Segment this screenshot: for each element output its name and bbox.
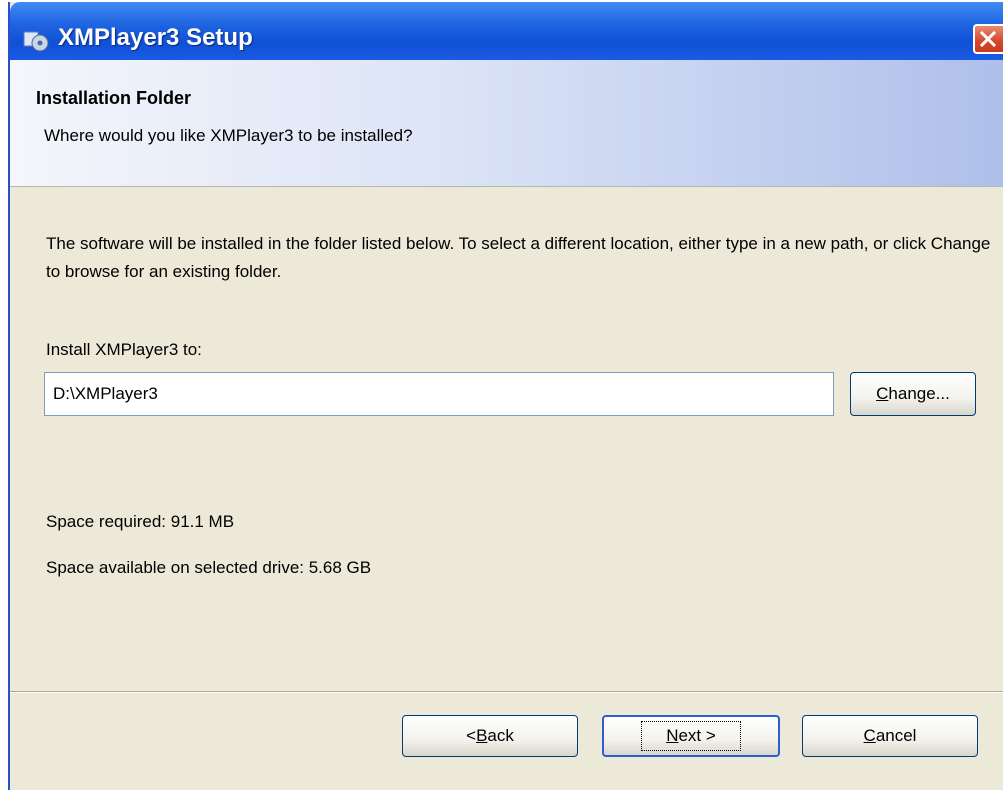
next-button[interactable]: Next > xyxy=(602,715,780,757)
page-title: Installation Folder xyxy=(36,88,192,108)
install-path-label: Install XMPlayer3 to: xyxy=(46,340,202,359)
next-button-mnemonic: N xyxy=(666,726,679,745)
back-button-prefix: < xyxy=(466,726,477,745)
change-button-label: hange... xyxy=(888,384,950,403)
title-bar[interactable]: XMPlayer3 Setup xyxy=(10,2,1003,60)
cancel-button[interactable]: Cancel xyxy=(802,715,978,757)
footer-divider xyxy=(10,691,1003,693)
setup-app-icon xyxy=(23,31,49,52)
change-button-mnemonic: C xyxy=(876,384,889,403)
back-button[interactable]: < Back xyxy=(402,715,578,757)
next-button-label: ext > xyxy=(678,726,716,745)
page-subtitle: Where would you like XMPlayer3 to be ins… xyxy=(44,126,413,145)
close-button[interactable] xyxy=(973,24,1003,54)
window-title: XMPlayer3 Setup xyxy=(58,24,253,51)
cancel-button-mnemonic: C xyxy=(863,726,876,745)
setup-window: XMPlayer3 Setup Installation Folder Wher… xyxy=(8,2,1003,790)
back-button-label: ack xyxy=(487,726,514,745)
description-text: The software will be installed in the fo… xyxy=(46,234,991,281)
space-available-text: Space available on selected drive: 5.68 … xyxy=(46,558,372,577)
back-button-mnemonic: B xyxy=(476,726,488,745)
change-button[interactable]: Change... xyxy=(850,372,976,416)
header-banner: Installation Folder Where would you like… xyxy=(10,60,1003,187)
close-icon xyxy=(979,30,997,48)
space-required-text: Space required: 91.1 MB xyxy=(46,512,235,531)
cancel-button-label: ancel xyxy=(875,726,917,745)
install-path-input[interactable] xyxy=(44,372,834,416)
next-button-focus-ring: Next > xyxy=(641,721,741,751)
